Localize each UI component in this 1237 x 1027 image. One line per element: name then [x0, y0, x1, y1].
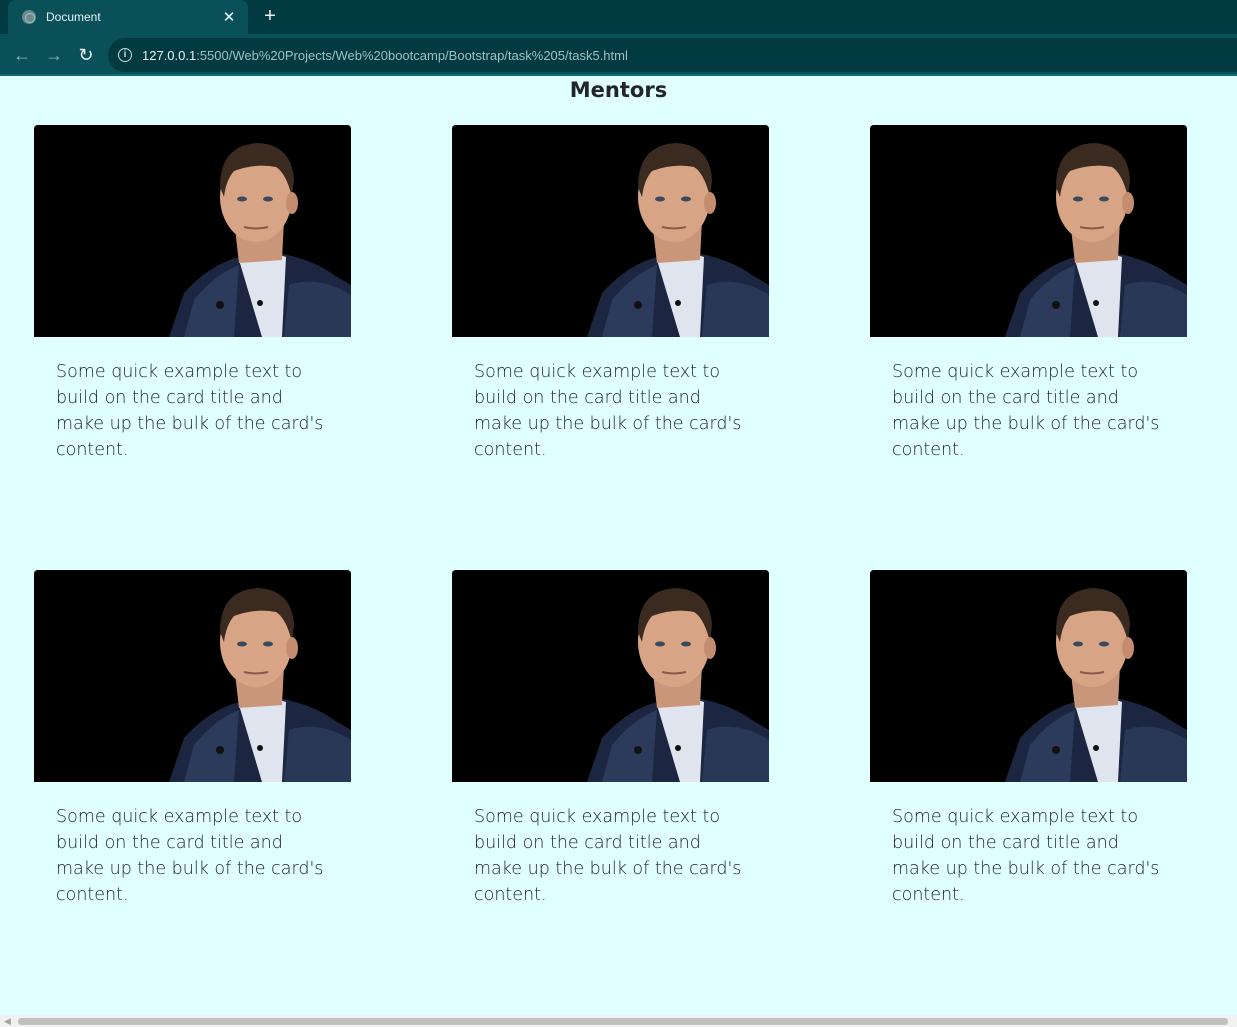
forward-arrow-icon[interactable]: →	[42, 43, 66, 67]
mentor-photo	[34, 125, 351, 337]
tab-title: Document	[46, 10, 101, 24]
card-text: Some quick example text to build on the …	[474, 807, 742, 905]
mentor-photo	[870, 570, 1187, 782]
mentor-photo	[34, 570, 351, 782]
browser-tab[interactable]: Document ✕	[8, 0, 248, 34]
site-info-icon[interactable]: i	[118, 48, 132, 62]
mentor-card: Some quick example text to build on the …	[452, 570, 769, 905]
card-text: Some quick example text to build on the …	[892, 807, 1160, 905]
mentor-card: Some quick example text to build on the …	[34, 570, 351, 905]
mentor-card: Some quick example text to build on the …	[870, 570, 1187, 905]
back-arrow-icon[interactable]: ←	[10, 43, 34, 67]
scroll-left-icon[interactable]: ◀	[4, 1016, 11, 1027]
mentor-photo	[870, 125, 1187, 337]
mentor-card: Some quick example text to build on the …	[870, 125, 1187, 460]
card-text: Some quick example text to build on the …	[56, 807, 324, 905]
card-text: Some quick example text to build on the …	[892, 362, 1160, 460]
scrollbar-thumb[interactable]	[18, 1018, 1228, 1025]
url-host: 127.0.0.1	[142, 47, 197, 63]
close-tab-icon[interactable]: ✕	[220, 8, 238, 26]
browser-toolbar: ← → ↻ i 127.0.0.1:5500/Web%20Projects/We…	[0, 34, 1237, 76]
url-text: 127.0.0.1:5500/Web%20Projects/Web%20boot…	[142, 48, 628, 63]
globe-icon	[22, 10, 36, 24]
mentor-photo	[452, 570, 769, 782]
tab-strip: Document ✕ +	[0, 0, 1237, 34]
url-path: :5500/Web%20Projects/Web%20bootcamp/Boot…	[196, 47, 628, 63]
reload-icon[interactable]: ↻	[74, 43, 98, 67]
card-text: Some quick example text to build on the …	[474, 362, 742, 460]
page-title: Mentors	[569, 78, 668, 102]
new-tab-icon[interactable]: +	[260, 6, 280, 26]
mentor-card: Some quick example text to build on the …	[452, 125, 769, 460]
address-bar[interactable]: i 127.0.0.1:5500/Web%20Projects/Web%20bo…	[108, 38, 1237, 72]
horizontal-scrollbar[interactable]: ◀	[0, 1015, 1237, 1027]
mentor-photo	[452, 125, 769, 337]
card-text: Some quick example text to build on the …	[56, 362, 324, 460]
mentor-card: Some quick example text to build on the …	[34, 125, 351, 460]
